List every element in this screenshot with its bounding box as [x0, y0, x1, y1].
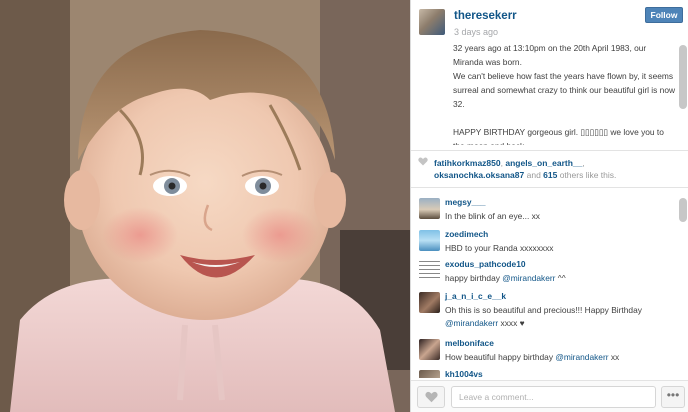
comment-text: HBD to your Randa xxxxxxxx	[445, 243, 554, 253]
mention-link[interactable]: @mirandakerr	[445, 318, 498, 328]
liker-username[interactable]: fatihkorkmaz850	[434, 158, 501, 168]
like-button[interactable]	[417, 386, 445, 408]
caption-line: We can't believe how fast the years have…	[453, 71, 676, 109]
comment-text: How beautiful happy birthday @mirandaker…	[445, 351, 671, 364]
likes-text: fatihkorkmaz850, angels_on_earth__, oksan…	[434, 157, 682, 181]
likes-and: and	[524, 170, 544, 180]
caption-scrollbar[interactable]	[679, 45, 687, 109]
author-avatar[interactable]	[419, 9, 445, 35]
comment-item: megsy___ In the blink of an eye... xx	[411, 194, 677, 224]
post-caption: 32 years ago at 13:10pm on the 20th Apri…	[453, 41, 676, 145]
commenter-username[interactable]: zoedimech	[445, 229, 488, 239]
comment-item: zoedimech HBD to your Randa xxxxxxxx	[411, 226, 677, 256]
likes-count[interactable]: 615	[543, 170, 557, 180]
commenter-avatar[interactable]	[419, 370, 440, 378]
post-timestamp[interactable]: 3 days ago	[454, 27, 498, 37]
post-photo	[0, 0, 410, 412]
commenter-username[interactable]: exodus_pathcode10	[445, 259, 526, 269]
comment-text: Oh this is so beautiful and precious!!! …	[445, 304, 671, 330]
commenter-username[interactable]: megsy___	[445, 197, 486, 207]
commenter-avatar[interactable]	[419, 198, 440, 219]
mention-link[interactable]: @mirandakerr	[555, 352, 608, 362]
comment-input[interactable]	[451, 386, 656, 408]
more-options-button[interactable]: •••	[661, 386, 685, 408]
post-side-panel: theresekerr 3 days ago Follow 32 years a…	[410, 0, 688, 412]
commenter-username[interactable]: kh1004vs	[445, 369, 483, 378]
caption-line: 32 years ago at 13:10pm on the 20th Apri…	[453, 43, 647, 67]
liker-username[interactable]: oksanochka.oksana87	[434, 170, 524, 180]
comments-scrollbar[interactable]	[679, 198, 687, 222]
comment-text: happy birthday @mirandakerr ^^	[445, 272, 671, 285]
liker-username[interactable]: angels_on_earth__	[505, 158, 582, 168]
heart-icon	[418, 157, 428, 166]
commenter-avatar[interactable]	[419, 339, 440, 360]
comment-item: kh1004vs	[411, 366, 677, 378]
comment-item: j_a_n_i_c_e__k Oh this is so beautiful a…	[411, 288, 677, 330]
likes-separator: ,	[582, 158, 585, 168]
heart-icon	[425, 391, 438, 403]
comment-body-end: ^^	[555, 273, 566, 283]
comment-body: How beautiful happy birthday	[445, 352, 556, 362]
comment-body-end: xxxx ♥	[498, 318, 525, 328]
comment-item: melboniface How beautiful happy birthday…	[411, 335, 677, 365]
comment-body-end: xx	[608, 352, 620, 362]
author-username[interactable]: theresekerr	[454, 10, 517, 22]
commenter-avatar[interactable]	[419, 230, 440, 251]
likes-summary: fatihkorkmaz850, angels_on_earth__, oksan…	[411, 150, 688, 188]
follow-button[interactable]: Follow	[645, 7, 683, 23]
comment-body: happy birthday	[445, 273, 503, 283]
baby-photo-illustration	[0, 0, 410, 412]
commenter-username[interactable]: j_a_n_i_c_e__k	[445, 291, 506, 301]
commenter-username[interactable]: melboniface	[445, 338, 494, 348]
likes-suffix: others like this.	[557, 170, 617, 180]
comment-item: exodus_pathcode10 happy birthday @mirand…	[411, 256, 677, 286]
comment-text: In the blink of an eye... xx	[445, 211, 540, 221]
commenter-avatar[interactable]	[419, 292, 440, 313]
mention-link[interactable]: @mirandakerr	[502, 273, 555, 283]
comment-footer: •••	[411, 380, 688, 412]
caption-line: HAPPY BIRTHDAY gorgeous girl. ▯▯▯▯▯▯ we …	[453, 127, 664, 145]
comment-list: megsy___ In the blink of an eye... xx zo…	[411, 190, 688, 378]
comment-body: Oh this is so beautiful and precious!!! …	[445, 305, 642, 315]
commenter-avatar[interactable]	[419, 260, 440, 281]
post-header: theresekerr 3 days ago Follow 32 years a…	[411, 0, 688, 150]
